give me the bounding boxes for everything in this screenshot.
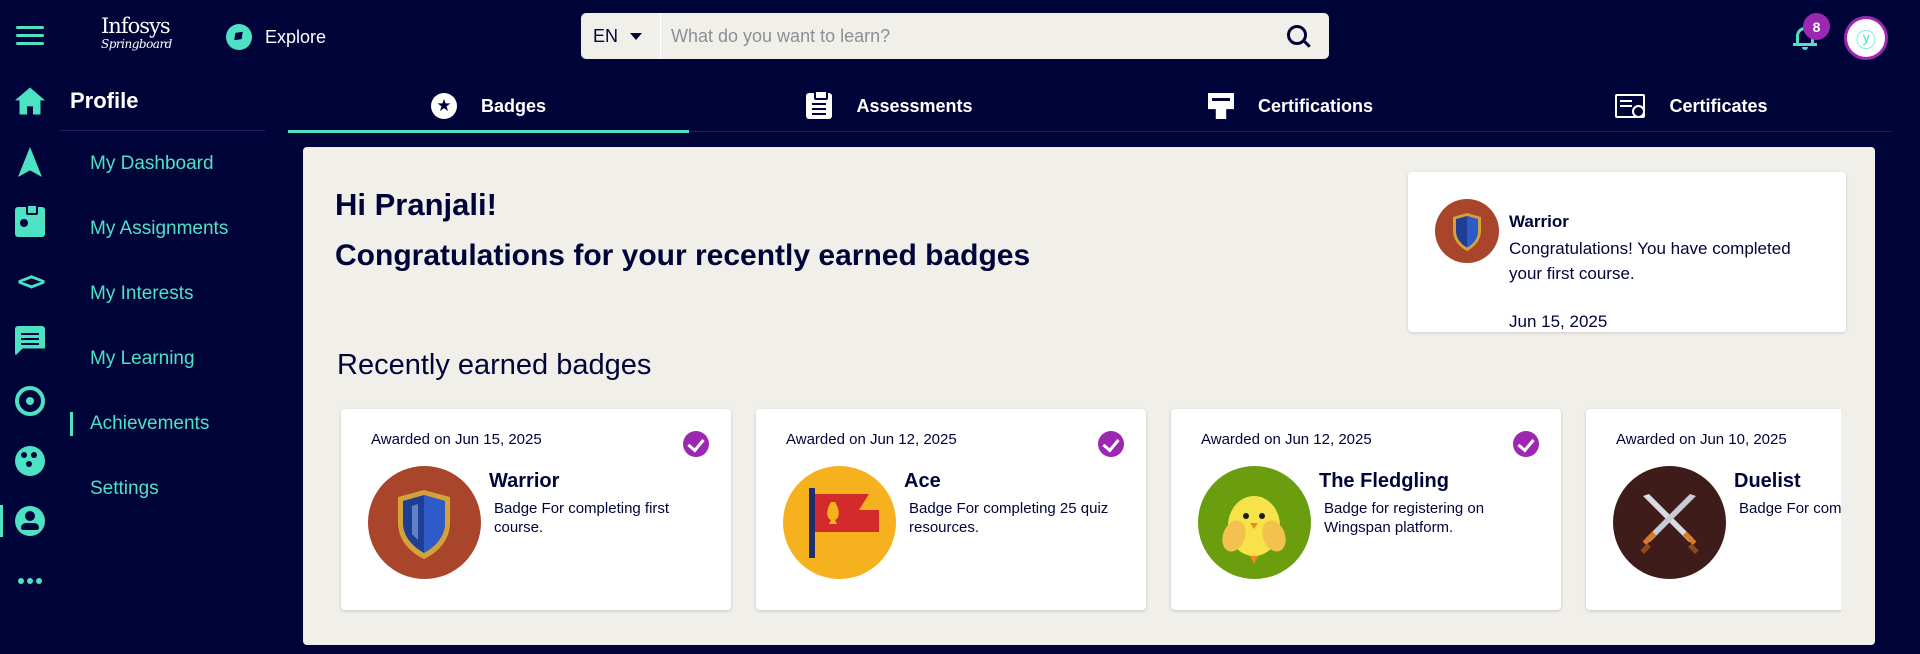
tab-label: Certifications xyxy=(1257,95,1374,116)
logo-line1: Infosys xyxy=(101,14,171,38)
language-select[interactable]: EN xyxy=(581,13,661,59)
infosys-springboard-logo[interactable]: Infosys Springboard xyxy=(101,14,172,56)
search-icon[interactable] xyxy=(1269,13,1329,59)
badge-description: Badge for registering on Wingspan platfo… xyxy=(1324,500,1485,536)
rail-code[interactable]: <> xyxy=(0,262,60,302)
achievement-tabs: Badges Assessments Certifications Certif… xyxy=(288,80,1892,133)
explore-button[interactable]: Explore xyxy=(226,24,326,50)
search-bar: EN xyxy=(581,13,1329,59)
menu-achievements[interactable]: Achievements xyxy=(70,404,270,444)
awarded-date: Awarded on Jun 10, 2025 xyxy=(1616,431,1787,448)
home-icon xyxy=(15,87,45,115)
rail-chat[interactable] xyxy=(0,321,60,361)
profile-title: Profile xyxy=(70,88,139,113)
badge-title: Warrior xyxy=(489,470,560,492)
menu-settings[interactable]: Settings xyxy=(70,469,270,509)
fledgling-badge-image xyxy=(1198,466,1311,579)
tab-label: Assessments xyxy=(856,95,973,116)
notification-count-badge: 8 xyxy=(1803,13,1830,40)
avatar-image: ⓨ xyxy=(1847,19,1885,57)
certification-icon xyxy=(1207,93,1234,119)
rail-more[interactable] xyxy=(0,561,60,601)
menu-my-learning[interactable]: My Learning xyxy=(70,339,270,379)
menu-my-interests[interactable]: My Interests xyxy=(70,274,270,314)
badge-card[interactable]: Awarded on Jun 12, 2025 Ace Badge For co… xyxy=(756,409,1146,610)
badges-panel: Hi Pranjali! Congratulations for your re… xyxy=(303,147,1875,645)
badge-id-icon xyxy=(15,204,45,237)
compass-icon xyxy=(226,24,252,50)
account-icon xyxy=(15,506,45,536)
certificate-icon xyxy=(1615,94,1646,118)
badge-card[interactable]: Awarded on Jun 15, 2025 Warrior Badge Fo… xyxy=(341,409,731,610)
chat-icon xyxy=(15,326,45,356)
badge-title: The Fledgling xyxy=(1319,470,1449,492)
warrior-badge-image xyxy=(368,466,481,579)
ace-badge-image xyxy=(783,466,896,579)
badge-description: Badge For completing 25 quiz resources. xyxy=(909,500,1109,536)
target-icon xyxy=(15,386,45,416)
code-icon: <> xyxy=(17,267,45,297)
check-circle-icon xyxy=(1098,431,1124,457)
duelist-badge-image xyxy=(1613,466,1726,579)
rail-home[interactable] xyxy=(0,81,60,121)
check-circle-icon xyxy=(683,431,709,457)
navigation-icon xyxy=(18,147,42,177)
rail-navigation[interactable] xyxy=(0,142,60,182)
badge-card[interactable]: Awarded on Jun 10, 2025 Duelist Badge Fo… xyxy=(1586,409,1841,610)
hamburger-menu-button[interactable] xyxy=(16,26,44,48)
user-avatar[interactable]: ⓨ xyxy=(1844,16,1888,60)
badge-cards-row: Awarded on Jun 15, 2025 Warrior Badge Fo… xyxy=(303,147,1841,645)
awarded-date: Awarded on Jun 12, 2025 xyxy=(786,431,957,448)
awarded-date: Awarded on Jun 12, 2025 xyxy=(1201,431,1372,448)
rail-bubbles[interactable] xyxy=(0,441,60,481)
menu-my-assignments[interactable]: My Assignments xyxy=(70,209,270,249)
profile-divider xyxy=(60,130,265,131)
tab-label: Badges xyxy=(480,95,547,116)
more-icon xyxy=(18,578,42,584)
tab-certificates[interactable]: Certificates xyxy=(1491,80,1892,132)
language-value: EN xyxy=(593,25,619,46)
tab-label: Certificates xyxy=(1669,95,1768,116)
clipboard-icon xyxy=(806,90,833,119)
tab-certifications[interactable]: Certifications xyxy=(1090,80,1491,132)
awarded-date: Awarded on Jun 15, 2025 xyxy=(371,431,542,448)
search-input[interactable] xyxy=(661,13,1269,59)
rail-badge-id[interactable] xyxy=(0,202,60,242)
explore-label: Explore xyxy=(265,26,327,47)
check-circle-icon xyxy=(1513,431,1539,457)
badge-title: Ace xyxy=(904,470,941,492)
logo-line2: Springboard xyxy=(101,37,172,51)
tab-badges[interactable]: Badges xyxy=(288,80,689,133)
menu-my-dashboard[interactable]: My Dashboard xyxy=(70,144,270,184)
badge-description: Badge For completing first course. xyxy=(494,500,670,536)
caret-down-icon xyxy=(630,32,643,40)
rail-account[interactable] xyxy=(0,501,60,541)
badge-card[interactable]: Awarded on Jun 12, 2025 The Fledgling Ba… xyxy=(1171,409,1561,610)
rail-target[interactable] xyxy=(0,381,60,421)
badge-description: Badge For completing resource. xyxy=(1739,500,1841,517)
bubbles-icon xyxy=(15,446,45,476)
badge-title: Duelist xyxy=(1734,470,1801,492)
star-badge-icon xyxy=(430,93,457,119)
tab-assessments[interactable]: Assessments xyxy=(689,80,1090,132)
